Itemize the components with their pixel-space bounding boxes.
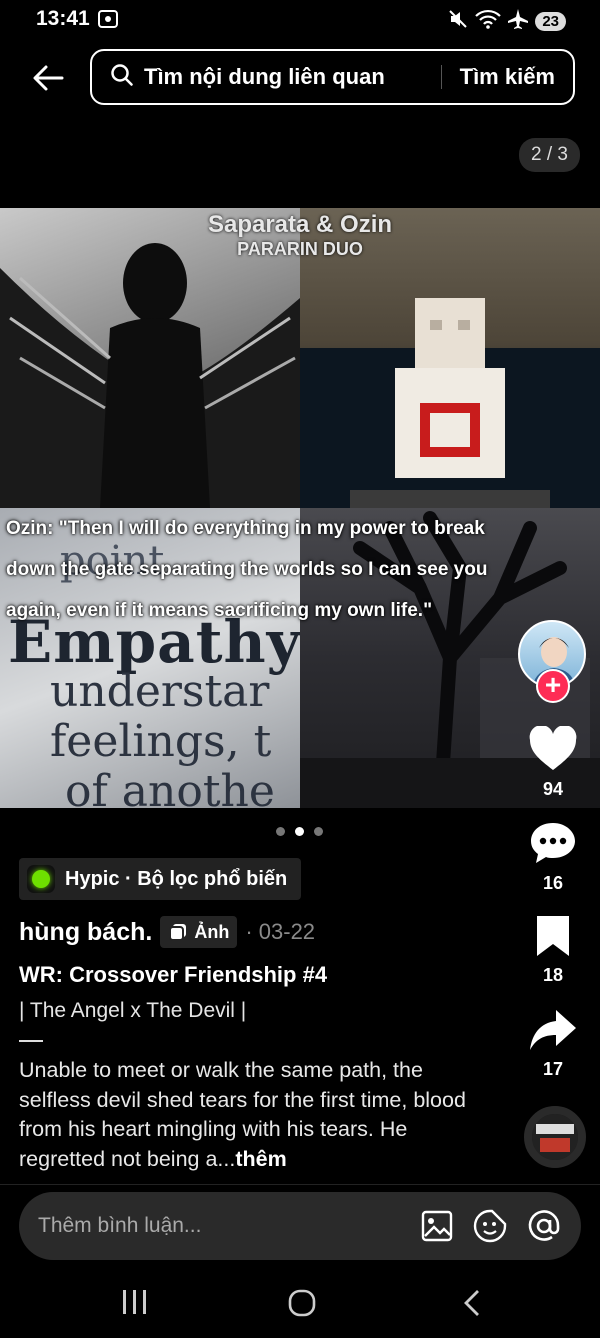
share-icon [530, 1010, 576, 1050]
carousel-dot[interactable] [276, 827, 285, 836]
system-nav-bar [0, 1268, 600, 1338]
mention-icon[interactable] [527, 1209, 561, 1243]
comment-input[interactable]: Thêm bình luận... [38, 1214, 421, 1238]
home-icon[interactable] [287, 1288, 317, 1323]
sticker-icon[interactable] [473, 1209, 507, 1243]
airplane-icon [507, 8, 529, 35]
photo-type-badge: Ảnh [160, 916, 238, 948]
quote-line: down the gate separating the worlds so I… [6, 559, 488, 580]
filter-label: Hypic · Bộ lọc phổ biến [65, 867, 288, 890]
search-bar[interactable]: Tìm nội dung liên quan Tìm kiếm [90, 49, 575, 105]
share-count: 17 [542, 1059, 564, 1079]
page-counter: 2 / 3 [519, 138, 580, 172]
top-bar: Tìm nội dung liên quan Tìm kiếm [0, 46, 600, 108]
search-button[interactable]: Tìm kiếm [460, 64, 555, 90]
divider [19, 1040, 43, 1042]
collage-subtitle: PARARIN DUO [237, 239, 363, 259]
share-button[interactable]: 17 [518, 1008, 588, 1080]
post-image[interactable]: point Empathy understar feelings, t of a… [0, 208, 600, 808]
recent-apps-icon[interactable] [120, 1288, 150, 1321]
search-icon [110, 63, 134, 92]
wifi-icon [475, 9, 502, 34]
arrow-left-icon [33, 65, 64, 91]
mute-icon [447, 8, 469, 35]
status-bar: 13:41 23 [0, 0, 600, 40]
photo-type-label: Ảnh [194, 921, 230, 942]
back-nav-icon[interactable] [460, 1288, 484, 1323]
page-word: of anothe [65, 766, 275, 808]
post-title: WR: Crossover Friendship #4 [19, 962, 328, 987]
page-word: understar [50, 666, 270, 717]
filter-chip[interactable]: Hypic · Bộ lọc phổ biến [19, 858, 302, 900]
carousel-dot[interactable] [314, 827, 323, 836]
carousel-indicator [276, 827, 323, 836]
save-button[interactable]: 18 [518, 914, 588, 986]
collage-quote: Ozin: "Then I will do everything in my p… [6, 508, 586, 631]
heart-icon [529, 725, 577, 770]
quote-line: again, even if it means sacrificing my o… [6, 600, 433, 621]
back-button[interactable] [28, 58, 68, 98]
bookmark-icon [537, 916, 569, 956]
comment-button[interactable]: 16 [518, 820, 588, 894]
post-subtitle: | The Angel x The Devil | [19, 999, 247, 1022]
music-disc[interactable] [524, 1106, 586, 1168]
quote-line: Ozin: "Then I will do everything in my p… [6, 518, 485, 539]
like-count: 94 [542, 779, 564, 799]
carousel-dot-active[interactable] [295, 827, 304, 836]
comment-count: 16 [542, 873, 564, 893]
like-button[interactable]: 94 [518, 725, 588, 800]
search-input[interactable]: Tìm nội dung liên quan [144, 64, 441, 90]
see-more-link[interactable]: thêm [235, 1147, 286, 1171]
page-word: feelings, t [50, 716, 272, 767]
follow-button[interactable]: + [536, 669, 570, 703]
divider [0, 1184, 600, 1185]
post-description: Unable to meet or walk the same path, th… [19, 1056, 469, 1174]
comment-bar[interactable]: Thêm bình luận... [19, 1192, 581, 1260]
battery-indicator: 23 [535, 12, 566, 31]
save-count: 18 [542, 965, 564, 985]
screen-record-icon [97, 9, 119, 34]
image-icon[interactable] [421, 1210, 453, 1242]
photo-icon [169, 924, 187, 941]
hypic-logo-icon [27, 865, 55, 893]
collage-title: Saparata & Ozin [207, 211, 393, 238]
album-art-icon [532, 1114, 578, 1160]
status-time: 13:41 [36, 7, 90, 30]
author-name[interactable]: hùng bách. [19, 918, 152, 947]
comment-icon [531, 823, 575, 863]
post-date: · 03-22 [245, 919, 316, 944]
